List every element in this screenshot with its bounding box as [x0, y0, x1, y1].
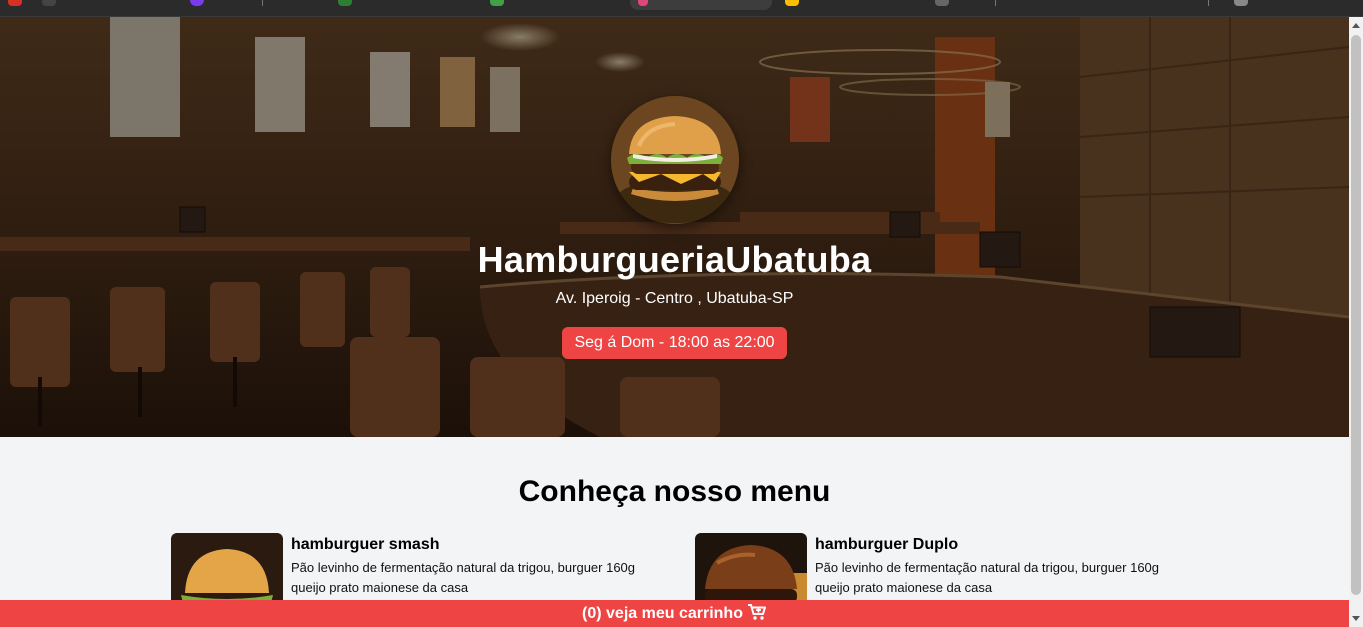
restaurant-logo — [611, 96, 739, 224]
tab-favicon[interactable] — [338, 0, 352, 6]
restaurant-address: Av. Iperoig - Centro , Ubatuba-SP — [555, 290, 794, 307]
tab-favicon[interactable] — [42, 0, 56, 6]
menu-item-name: hamburguer smash — [291, 536, 440, 553]
tab-favicon[interactable] — [935, 0, 949, 6]
burger-logo-image — [611, 96, 739, 224]
tab-separator — [1208, 0, 1209, 6]
tab-favicon[interactable] — [785, 0, 799, 6]
tab-favicon[interactable] — [490, 0, 504, 6]
scrollbar-thumb[interactable] — [1351, 35, 1361, 595]
menu-item-description: Pão levinho de fermentação natural da tr… — [815, 560, 1160, 595]
tab-separator — [995, 0, 996, 6]
cart-label: (0) veja meu carrinho — [582, 605, 743, 622]
browser-tab-strip — [0, 0, 1363, 17]
view-cart-button[interactable]: (0) veja meu carrinho — [0, 600, 1349, 627]
restaurant-name: HamburgueriaUbatuba — [477, 239, 872, 280]
cart-plus-icon — [747, 603, 767, 627]
page-viewport: HamburgueriaUbatuba Av. Iperoig - Centro… — [0, 17, 1349, 627]
scroll-down-arrow-icon[interactable] — [1352, 616, 1360, 621]
active-tab[interactable] — [630, 0, 772, 10]
page-scrollbar[interactable] — [1349, 17, 1363, 627]
opening-hours-badge: Seg á Dom - 18:00 as 22:00 — [562, 327, 787, 359]
menu-item-name: hamburguer Duplo — [815, 536, 959, 553]
hero-content: HamburgueriaUbatuba Av. Iperoig - Centro… — [0, 17, 1349, 437]
hero-banner: HamburgueriaUbatuba Av. Iperoig - Centro… — [0, 17, 1349, 437]
tab-favicon[interactable] — [1234, 0, 1248, 6]
tab-favicon[interactable] — [638, 0, 648, 6]
menu-section-title: Conheça nosso menu — [518, 475, 831, 508]
tab-favicon[interactable] — [190, 0, 204, 6]
tab-favicon[interactable] — [8, 0, 22, 6]
scroll-up-arrow-icon[interactable] — [1352, 23, 1360, 28]
menu-item-description: Pão levinho de fermentação natural da tr… — [291, 560, 636, 595]
tab-separator — [262, 0, 263, 6]
